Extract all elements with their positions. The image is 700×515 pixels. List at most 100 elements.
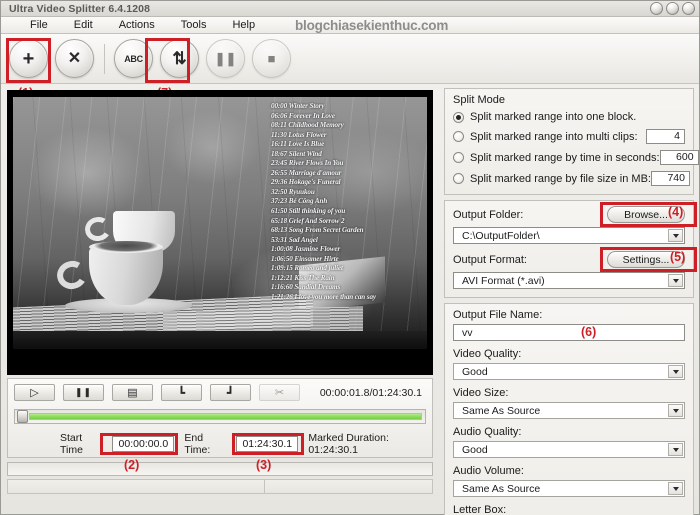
track-item: 29:36 Hokage's Funeral [271, 178, 341, 187]
track-item: 06:06 Forever In Love [271, 111, 335, 120]
title-bar: Ultra Video Splitter 6.4.1208 [1, 1, 699, 17]
chevron-down-icon[interactable] [668, 365, 683, 378]
playback-buttons-row: ▷ ❚❚ ▤ ┗ ┛ ✂ 00:00:01.8/01:24:30.1 [14, 384, 426, 401]
mark-end-button[interactable]: ┛ [210, 384, 251, 401]
radio-icon[interactable] [453, 111, 464, 123]
seek-handle[interactable] [17, 410, 28, 423]
maximize-button[interactable] [666, 2, 679, 15]
track-item: 18:67 Silent Wind [271, 149, 322, 158]
window-title: Ultra Video Splitter 6.4.1208 [9, 2, 151, 15]
output-format-combo[interactable]: AVI Format (*.avi) [453, 272, 685, 289]
clear-marks-button[interactable]: ✂ [259, 384, 300, 401]
output-format-value: AVI Format (*.avi) [462, 274, 545, 287]
split-option-one-block[interactable]: Split marked range into one block. [453, 111, 685, 123]
play-icon: ▷ [30, 387, 39, 399]
watermark-text: blogchiasekienthuc.com [295, 18, 449, 33]
track-item: 1:16:60 Sandial Dreams [271, 283, 341, 292]
split-option-label: Split marked range by time in seconds: [470, 151, 660, 164]
audio-quality-label: Audio Quality: [453, 426, 522, 438]
radio-icon[interactable] [453, 173, 464, 184]
marked-duration-label: Marked Duration: 01:24:30.1 [308, 432, 389, 456]
radio-icon[interactable] [453, 152, 464, 163]
right-pane: Split Mode Split marked range into one b… [442, 84, 699, 515]
toolbar-stop-button[interactable]: ■ [252, 39, 291, 78]
toolbar-pause-button[interactable]: ❚❚ [206, 39, 245, 78]
split-option-by-time[interactable]: Split marked range by time in seconds: 6… [453, 150, 699, 165]
menu-tools[interactable]: Tools [168, 18, 220, 32]
output-folder-combo[interactable]: C:\OutputFolder\ [453, 227, 685, 244]
conversion-progress-bar [7, 462, 433, 476]
video-size-combo[interactable]: Same As Source [453, 402, 685, 419]
track-item: 1:21:26 I love you more than can say [271, 292, 376, 301]
remove-file-button[interactable]: ✕ [55, 39, 94, 78]
close-button[interactable] [682, 2, 695, 15]
pause-icon: ❚❚ [214, 51, 237, 66]
video-quality-value: Good [462, 365, 488, 378]
file-size-mb-value[interactable]: 740 [650, 171, 690, 186]
video-quality-label: Video Quality: [453, 348, 522, 360]
toolbar-separator [104, 43, 105, 74]
video-preview[interactable]: 00:00 Winter Story 06:06 Forever In Love… [7, 90, 433, 375]
track-item: 26:55 Marriage d'amour [271, 168, 342, 177]
main-body: 00:00 Winter Story 06:06 Forever In Love… [1, 84, 699, 515]
refresh-arrows-icon: ⇅ [172, 49, 187, 68]
rename-button[interactable]: ABC [114, 39, 153, 78]
video-quality-combo[interactable]: Good [453, 363, 685, 380]
menu-actions[interactable]: Actions [106, 18, 168, 32]
output-folder-row: Output Folder: Browse... (4) [453, 202, 697, 227]
audio-quality-combo[interactable]: Good [453, 441, 685, 458]
start-time-field[interactable]: 00:00:00.0 [112, 436, 175, 452]
pause-button[interactable]: ❚❚ [63, 384, 104, 401]
video-size-value: Same As Source [462, 404, 541, 417]
left-pane: 00:00 Winter Story 06:06 Forever In Love… [1, 84, 442, 515]
mark-start-button[interactable]: ┗ [161, 384, 202, 401]
split-mode-group: Split Mode Split marked range into one b… [444, 88, 699, 195]
time-seconds-value[interactable]: 600 [659, 150, 699, 165]
play-button[interactable]: ▷ [14, 384, 55, 401]
track-item: 1:00:08 Jasmine Flower [271, 245, 341, 254]
encoding-settings-group: Output File Name: vv (6) Video Quality: … [444, 303, 694, 515]
application-window: Ultra Video Splitter 6.4.1208 File Edit … [0, 0, 700, 515]
menu-edit[interactable]: Edit [61, 18, 106, 32]
track-item: 08:11 Childhood Memory [271, 121, 344, 130]
convert-button[interactable]: ⇅ [160, 39, 199, 78]
menu-file[interactable]: File [17, 18, 61, 32]
split-option-label: Split marked range by file size in MB: [470, 172, 651, 185]
annotation-label-2: (2) [124, 458, 140, 472]
abc-icon: ABC [124, 53, 143, 64]
end-time-field[interactable]: 01:24:30.1 [236, 436, 299, 452]
chevron-down-icon[interactable] [668, 229, 683, 242]
status-pane-right [265, 479, 433, 494]
annotation-label-6: (6) [581, 325, 597, 339]
mark-out-icon: ┛ [226, 385, 235, 400]
annotation-label-5: (5) [670, 250, 686, 264]
split-option-label: Split marked range into multi clips: [470, 130, 638, 143]
minimize-button[interactable] [650, 2, 663, 15]
chevron-down-icon[interactable] [668, 482, 683, 495]
menu-help[interactable]: Help [219, 18, 268, 32]
chevron-down-icon[interactable] [668, 404, 683, 417]
radio-icon[interactable] [453, 131, 464, 142]
output-file-name-field[interactable]: vv [453, 324, 685, 341]
track-item: 1:09:15 Romeo and juliet [271, 264, 343, 273]
track-item: 37:23 Bé Công Anh [271, 197, 328, 206]
status-bar [7, 479, 433, 494]
letter-box-label: Letter Box: [453, 504, 507, 515]
chevron-down-icon[interactable] [668, 274, 683, 287]
add-file-button[interactable]: + [9, 39, 48, 78]
status-pane-left [7, 479, 265, 494]
track-item: 16:11 Love Is Blue [271, 140, 325, 149]
track-item: 65:18 Grief And Sorrow 2 [271, 216, 345, 225]
track-item: 23:45 River Flows In You [271, 159, 344, 168]
split-option-multi-clips[interactable]: Split marked range into multi clips: 4 [453, 129, 685, 144]
multi-clips-value[interactable]: 4 [646, 129, 685, 144]
split-option-by-size[interactable]: Split marked range by file size in MB: 7… [453, 171, 690, 186]
close-x-icon: ✕ [67, 49, 82, 67]
output-format-row: Output Format: Settings... (5) [453, 247, 697, 272]
stop-button[interactable]: ▤ [112, 384, 153, 401]
plus-icon: + [22, 47, 35, 70]
seek-slider[interactable] [14, 409, 426, 424]
chevron-down-icon[interactable] [668, 443, 683, 456]
audio-volume-combo[interactable]: Same As Source [453, 480, 685, 497]
stop-icon: ▤ [127, 387, 138, 399]
